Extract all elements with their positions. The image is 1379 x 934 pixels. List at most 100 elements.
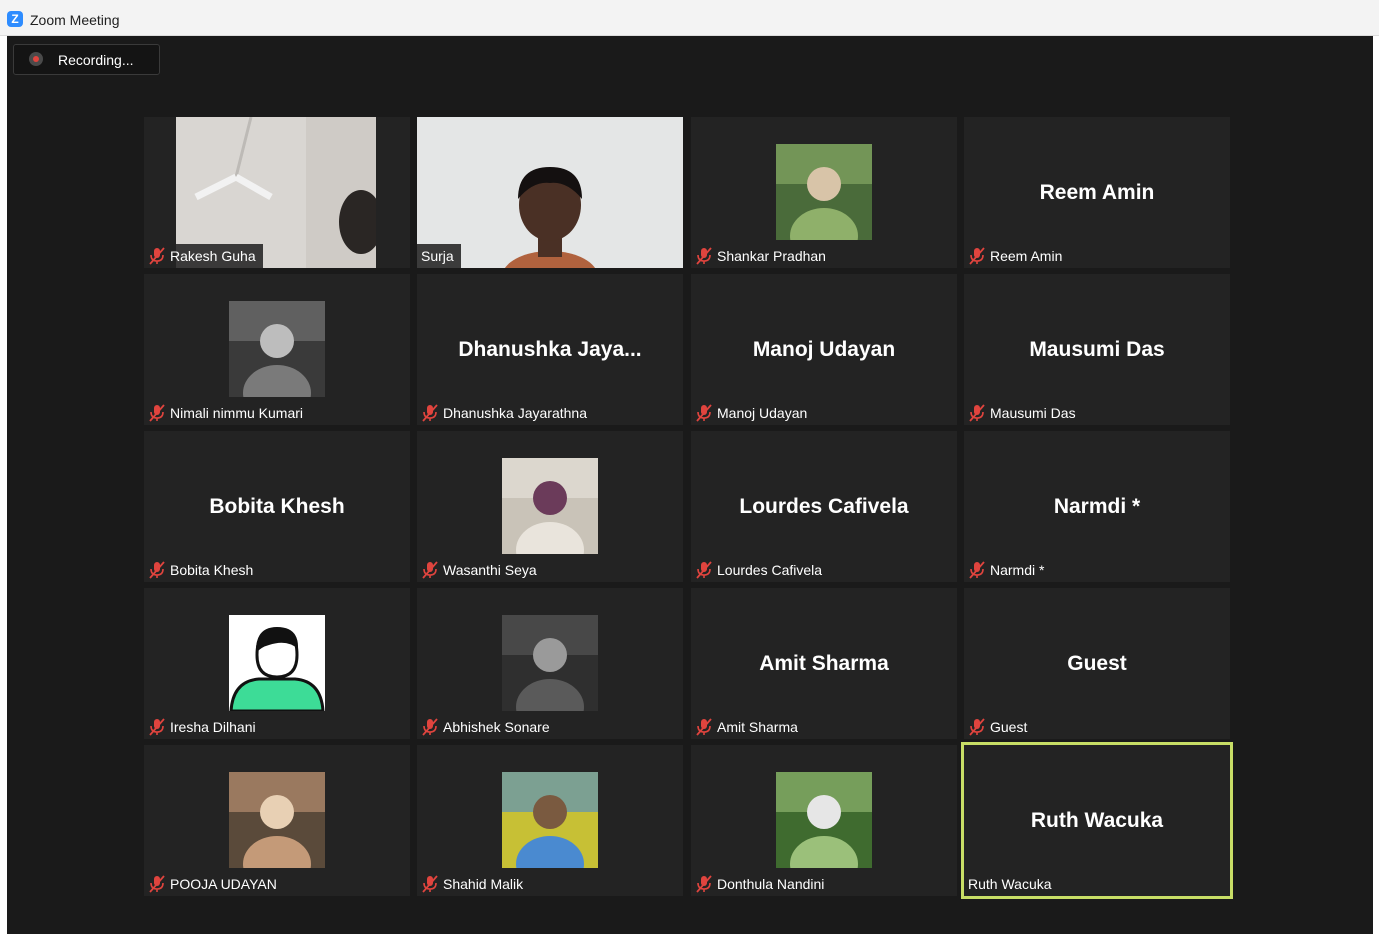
participant-nameplate: POOJA UDAYAN	[144, 872, 284, 896]
mic-muted-icon	[969, 561, 985, 579]
participant-name-label: Dhanushka Jayarathna	[443, 405, 587, 421]
participant-nameplate: Mausumi Das	[964, 401, 1083, 425]
recording-label: Recording...	[58, 52, 134, 68]
participant-name-label: Surja	[421, 248, 454, 264]
participant-nameplate: Nimali nimmu Kumari	[144, 401, 311, 425]
participant-name-label: Narmdi *	[990, 562, 1045, 578]
participant-tile[interactable]: Guest Guest	[964, 588, 1230, 739]
participant-tile[interactable]: Shankar Pradhan	[691, 117, 957, 268]
mic-muted-icon	[149, 718, 165, 736]
title-bar: Z Zoom Meeting	[0, 0, 1379, 36]
participant-name-label: Rakesh Guha	[170, 248, 256, 264]
profile-picture	[229, 772, 325, 868]
mic-muted-icon	[422, 404, 438, 422]
participant-nameplate: Bobita Khesh	[144, 558, 261, 582]
mic-muted-icon	[969, 718, 985, 736]
participant-tile[interactable]: Nimali nimmu Kumari	[144, 274, 410, 425]
record-icon	[29, 52, 43, 66]
zoom-logo-icon: Z	[7, 11, 23, 27]
default-avatar-icon	[229, 615, 325, 711]
participant-nameplate: Ruth Wacuka	[964, 872, 1059, 896]
participant-display-name: Ruth Wacuka	[1030, 809, 1164, 832]
participant-tile[interactable]: POOJA UDAYAN	[144, 745, 410, 896]
participant-display-name: Reem Amin	[1039, 181, 1155, 204]
participant-name-label: Nimali nimmu Kumari	[170, 405, 304, 421]
mic-muted-icon	[149, 561, 165, 579]
participant-nameplate: Surja	[417, 244, 461, 268]
recording-indicator[interactable]: Recording...	[13, 44, 160, 75]
mic-muted-icon	[696, 875, 712, 893]
participant-name-label: Shankar Pradhan	[717, 248, 826, 264]
profile-picture	[502, 772, 598, 868]
participant-display-name: Mausumi Das	[1029, 338, 1165, 361]
meeting-stage: Recording... Rakesh Guha Surja Shankar Pra…	[7, 36, 1373, 934]
mic-muted-icon	[149, 404, 165, 422]
participant-display-name: Dhanushka Jaya...	[458, 338, 642, 361]
participant-tile[interactable]: Narmdi * Narmdi *	[964, 431, 1230, 582]
participant-tile[interactable]: Dhanushka Jaya... Dhanushka Jayarathna	[417, 274, 683, 425]
participant-nameplate: Iresha Dilhani	[144, 715, 263, 739]
participant-tile[interactable]: Abhishek Sonare	[417, 588, 683, 739]
mic-muted-icon	[149, 247, 165, 265]
participant-nameplate: Abhishek Sonare	[417, 715, 557, 739]
participant-nameplate: Manoj Udayan	[691, 401, 815, 425]
participant-nameplate: Guest	[964, 715, 1035, 739]
participant-name-label: Donthula Nandini	[717, 876, 825, 892]
profile-picture	[776, 772, 872, 868]
participant-tile[interactable]: Manoj Udayan Manoj Udayan	[691, 274, 957, 425]
participant-name-label: Lourdes Cafivela	[717, 562, 823, 578]
participant-name-label: Amit Sharma	[717, 719, 798, 735]
participant-display-name: Amit Sharma	[759, 652, 889, 675]
participant-nameplate: Wasanthi Seya	[417, 558, 544, 582]
participant-display-name: Bobita Khesh	[209, 495, 345, 518]
participant-display-name: Lourdes Cafivela	[739, 495, 909, 518]
participant-tile[interactable]: Amit Sharma Amit Sharma	[691, 588, 957, 739]
participant-tile[interactable]: Donthula Nandini	[691, 745, 957, 896]
participant-tile[interactable]: Reem Amin Reem Amin	[964, 117, 1230, 268]
mic-muted-icon	[422, 718, 438, 736]
participant-tile[interactable]: Rakesh Guha	[144, 117, 410, 268]
participant-name-label: Iresha Dilhani	[170, 719, 256, 735]
participant-tile[interactable]: Wasanthi Seya	[417, 431, 683, 582]
profile-picture	[502, 458, 598, 554]
participant-tile[interactable]: Lourdes Cafivela Lourdes Cafivela	[691, 431, 957, 582]
participant-display-name: Guest	[1067, 652, 1127, 675]
participant-nameplate: Amit Sharma	[691, 715, 805, 739]
participant-tile[interactable]: Bobita Khesh Bobita Khesh	[144, 431, 410, 582]
participant-name-label: Reem Amin	[990, 248, 1063, 264]
mic-muted-icon	[422, 875, 438, 893]
mic-muted-icon	[149, 875, 165, 893]
participant-name-label: Mausumi Das	[990, 405, 1076, 421]
mic-muted-icon	[422, 561, 438, 579]
mic-muted-icon	[969, 404, 985, 422]
participant-tile[interactable]: Mausumi Das Mausumi Das	[964, 274, 1230, 425]
mic-muted-icon	[696, 247, 712, 265]
participant-display-name: Narmdi *	[1053, 495, 1141, 518]
participant-nameplate: Shankar Pradhan	[691, 244, 833, 268]
mic-muted-icon	[969, 247, 985, 265]
participant-nameplate: Reem Amin	[964, 244, 1070, 268]
participant-name-label: Manoj Udayan	[717, 405, 808, 421]
participant-nameplate: Rakesh Guha	[144, 244, 263, 268]
participant-tile[interactable]: Shahid Malik	[417, 745, 683, 896]
participant-nameplate: Lourdes Cafivela	[691, 558, 830, 582]
participant-name-label: Guest	[990, 719, 1028, 735]
participant-nameplate: Shahid Malik	[417, 872, 531, 896]
mic-muted-icon	[696, 718, 712, 736]
participant-name-label: Shahid Malik	[443, 876, 524, 892]
participant-display-name: Manoj Udayan	[752, 338, 896, 361]
profile-picture	[776, 144, 872, 240]
participant-name-label: Ruth Wacuka	[968, 876, 1052, 892]
participant-tile[interactable]: Ruth Wacuka Ruth Wacuka	[961, 742, 1233, 899]
mic-muted-icon	[696, 561, 712, 579]
mic-muted-icon	[696, 404, 712, 422]
participant-name-label: POOJA UDAYAN	[170, 876, 277, 892]
participant-nameplate: Dhanushka Jayarathna	[417, 401, 594, 425]
participant-tile[interactable]: Iresha Dilhani	[144, 588, 410, 739]
participant-name-label: Abhishek Sonare	[443, 719, 550, 735]
profile-picture	[502, 615, 598, 711]
participant-nameplate: Donthula Nandini	[691, 872, 832, 896]
window-title: Zoom Meeting	[30, 12, 120, 28]
participant-tile[interactable]: Surja	[417, 117, 683, 268]
participant-name-label: Bobita Khesh	[170, 562, 254, 578]
